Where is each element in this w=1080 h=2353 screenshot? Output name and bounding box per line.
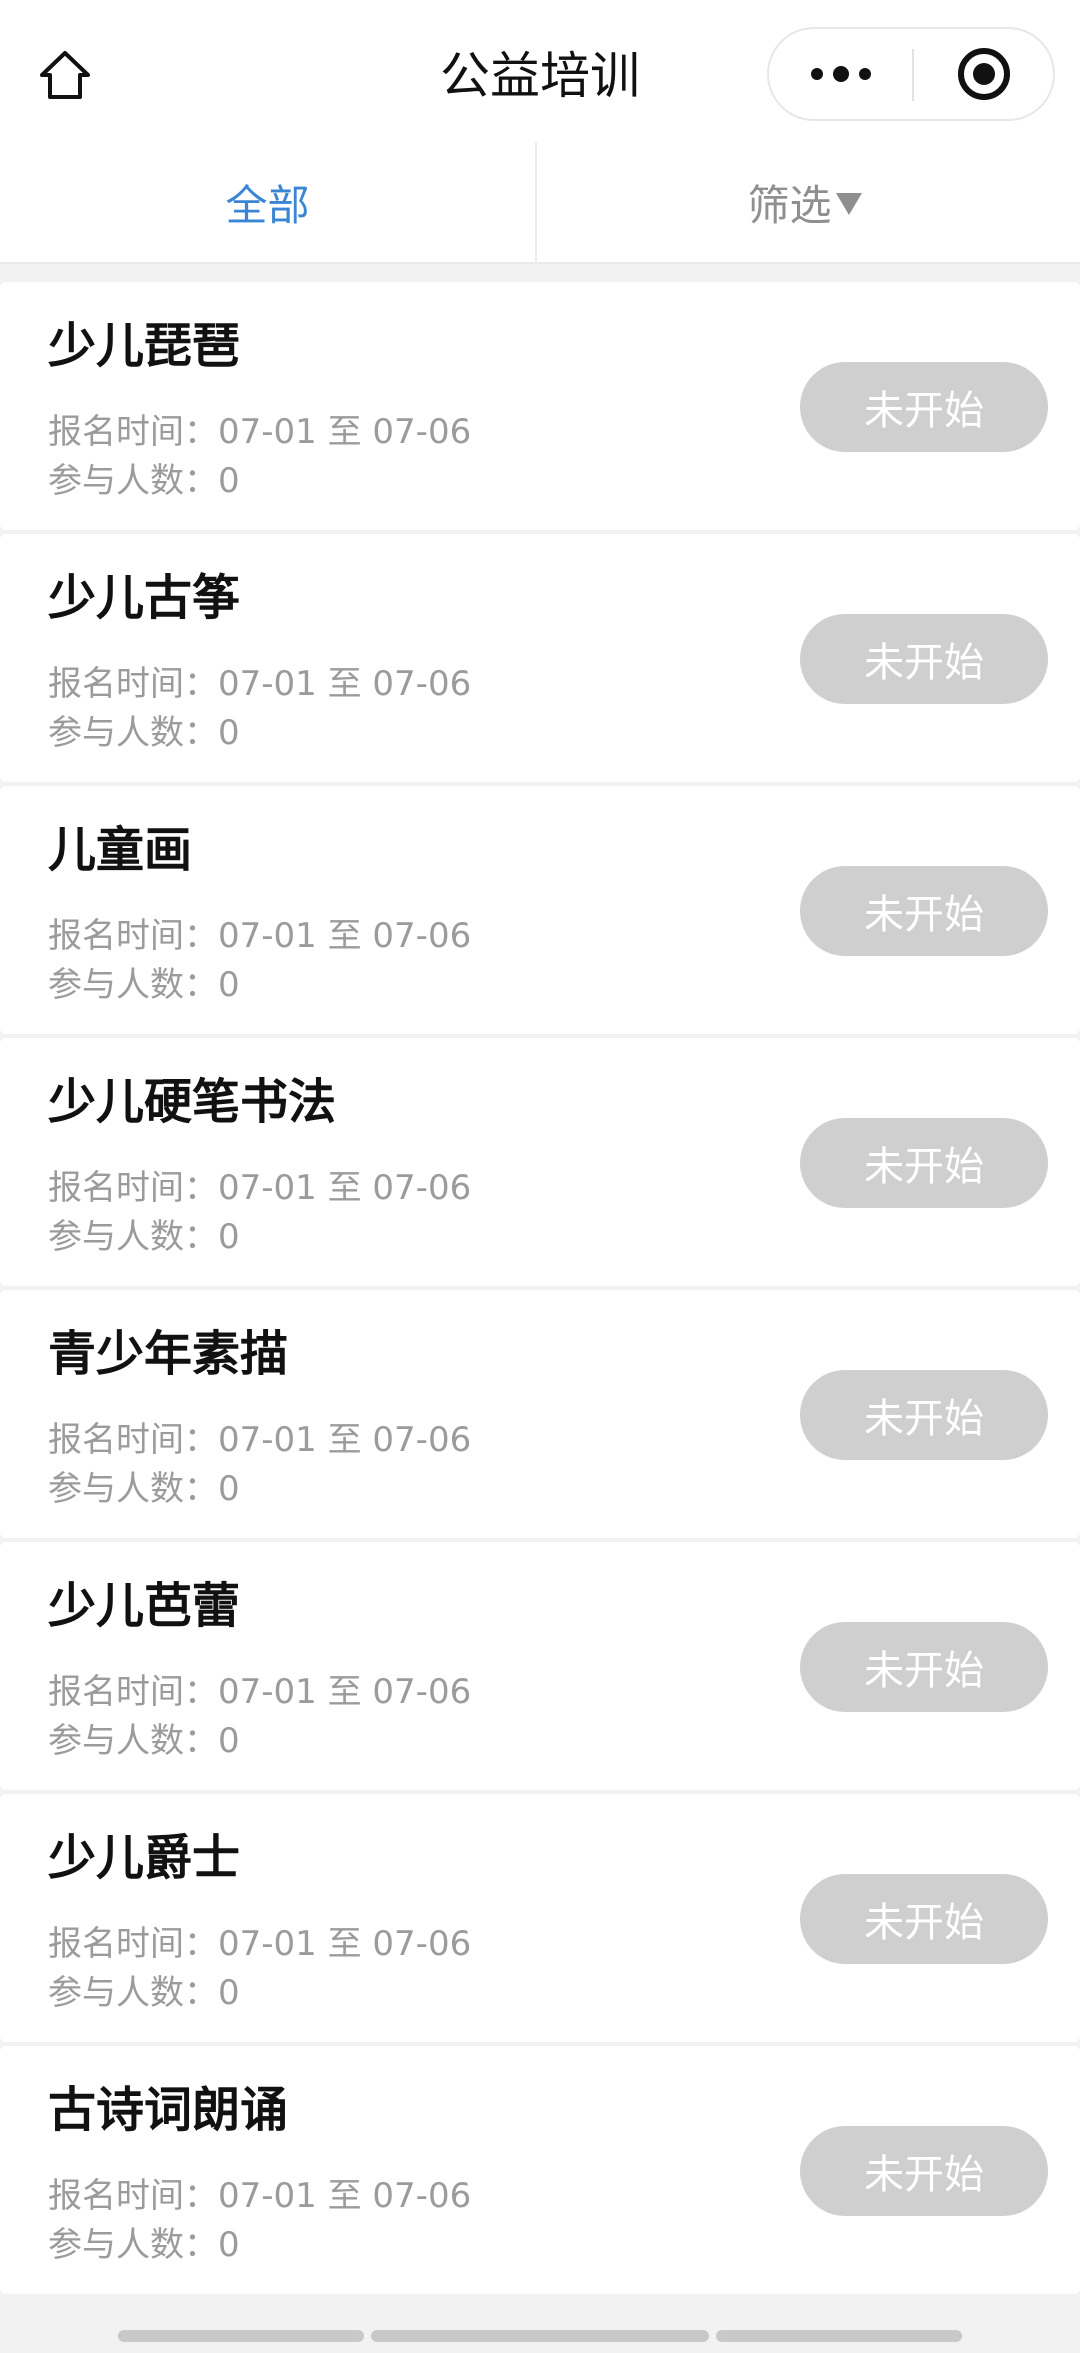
course-list: 少儿琵琶 报名时间：07-01 至 07-06 参与人数：0 未开始 少儿古筝 … (0, 282, 1080, 2298)
scrollbar[interactable] (0, 2330, 1080, 2344)
status-button[interactable]: 未开始 (800, 1370, 1048, 1460)
course-signup-time: 报名时间：07-01 至 07-06 (48, 1420, 472, 1460)
home-button[interactable] (30, 42, 100, 108)
tab-all[interactable]: 全部 (0, 142, 535, 262)
course-card[interactable]: 少儿芭蕾 报名时间：07-01 至 07-06 参与人数：0 未开始 (0, 1542, 1080, 1790)
course-participants: 参与人数：0 (48, 965, 240, 1005)
course-participants: 参与人数：0 (48, 1973, 240, 2013)
tab-bar: 全部 筛选 (0, 142, 1080, 264)
course-title: 少儿芭蕾 (48, 1578, 241, 1634)
scrollbar-segment (371, 2330, 709, 2342)
course-card[interactable]: 少儿硬笔书法 报名时间：07-01 至 07-06 参与人数：0 未开始 (0, 1038, 1080, 1286)
course-card[interactable]: 青少年素描 报名时间：07-01 至 07-06 参与人数：0 未开始 (0, 1290, 1080, 1538)
more-button[interactable] (769, 29, 912, 119)
course-participants: 参与人数：0 (48, 1469, 240, 1509)
status-button[interactable]: 未开始 (800, 1622, 1048, 1712)
course-participants: 参与人数：0 (48, 713, 240, 753)
tab-filter-label: 筛选 (747, 180, 832, 230)
course-signup-time: 报名时间：07-01 至 07-06 (48, 1924, 472, 1964)
course-title: 少儿古筝 (48, 570, 241, 626)
course-signup-time: 报名时间：07-01 至 07-06 (48, 1672, 472, 1712)
more-icon (810, 66, 871, 82)
course-card[interactable]: 儿童画 报名时间：07-01 至 07-06 参与人数：0 未开始 (0, 786, 1080, 1034)
course-participants: 参与人数：0 (48, 461, 240, 501)
course-signup-time: 报名时间：07-01 至 07-06 (48, 2176, 472, 2216)
course-title: 少儿硬笔书法 (48, 1074, 337, 1130)
course-card[interactable]: 少儿爵士 报名时间：07-01 至 07-06 参与人数：0 未开始 (0, 1794, 1080, 2042)
status-button[interactable]: 未开始 (800, 1118, 1048, 1208)
scrollbar-segment (716, 2330, 962, 2342)
course-card[interactable]: 古诗词朗诵 报名时间：07-01 至 07-06 参与人数：0 未开始 (0, 2046, 1080, 2294)
course-signup-time: 报名时间：07-01 至 07-06 (48, 916, 472, 956)
tab-filter[interactable]: 筛选 (537, 142, 1072, 262)
status-button[interactable]: 未开始 (800, 2126, 1048, 2216)
target-close-icon (957, 48, 1010, 100)
course-title: 青少年素描 (48, 1326, 289, 1382)
course-title: 少儿琵琶 (48, 318, 241, 374)
course-signup-time: 报名时间：07-01 至 07-06 (48, 664, 472, 704)
triangle-down-icon (835, 193, 862, 215)
top-navigation-bar: 公益培训 (0, 0, 1080, 142)
course-signup-time: 报名时间：07-01 至 07-06 (48, 412, 472, 452)
mini-program-capsule (767, 27, 1055, 121)
course-participants: 参与人数：0 (48, 1217, 240, 1257)
close-button[interactable] (914, 29, 1053, 119)
course-participants: 参与人数：0 (48, 2225, 240, 2265)
course-title: 儿童画 (48, 822, 193, 878)
course-participants: 参与人数：0 (48, 1721, 240, 1761)
status-button[interactable]: 未开始 (800, 1874, 1048, 1964)
course-card[interactable]: 少儿琵琶 报名时间：07-01 至 07-06 参与人数：0 未开始 (0, 282, 1080, 530)
home-icon (40, 51, 90, 99)
status-button[interactable]: 未开始 (800, 614, 1048, 704)
scrollbar-segment (118, 2330, 364, 2342)
course-title: 古诗词朗诵 (48, 2082, 289, 2138)
status-button[interactable]: 未开始 (800, 362, 1048, 452)
course-signup-time: 报名时间：07-01 至 07-06 (48, 1168, 472, 1208)
status-button[interactable]: 未开始 (800, 866, 1048, 956)
course-title: 少儿爵士 (48, 1830, 241, 1886)
course-card[interactable]: 少儿古筝 报名时间：07-01 至 07-06 参与人数：0 未开始 (0, 534, 1080, 782)
